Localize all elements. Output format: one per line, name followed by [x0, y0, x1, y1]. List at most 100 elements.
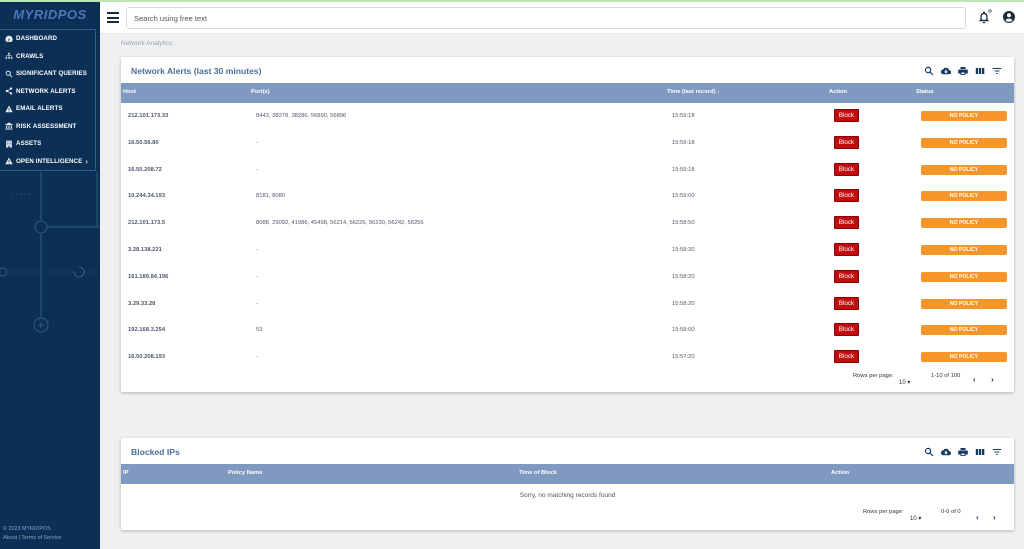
search-icon[interactable]	[924, 66, 934, 76]
table-row: 16.50.56.80 - 15:59:18 Block NO POLICY	[121, 130, 1014, 157]
host-cell: 10.244.34.193	[128, 193, 166, 200]
host-cell: 3.29.33.28	[128, 300, 156, 307]
table-row: 161.189.84.196 - 15:58:20 Block NO POLICY	[121, 264, 1014, 291]
block-button[interactable]: Block	[834, 216, 859, 230]
column-header-ports[interactable]: Port(s)	[251, 89, 270, 95]
ports-cell: -	[256, 166, 258, 173]
status-badge: NO POLICY	[921, 325, 1007, 336]
column-header-policy-name[interactable]: Policy Name	[228, 470, 262, 476]
column-header-host[interactable]: Host	[123, 89, 136, 95]
sidebar-item-crawls[interactable]: CRAWLS	[0, 48, 95, 66]
table-row: 10.244.34.193 8181, 8080 15:59:00 Block NO P…	[121, 183, 1014, 210]
sidebar-decoration	[0, 172, 100, 333]
status-badge: NO POLICY	[921, 352, 1007, 363]
ports-cell: 53	[256, 327, 263, 334]
sidebar-item-dashboard[interactable]: DASHBOARD	[0, 30, 95, 48]
status-badge: NO POLICY	[921, 245, 1007, 255]
sidebar-item-label: RISK ASSESSMENT	[16, 122, 77, 130]
breadcrumb[interactable]: Network Analytics	[121, 40, 172, 47]
network-alerts-card: Network Alerts (last 30 minutes) Host Po…	[121, 57, 1014, 392]
sidebar-item-assets[interactable]: ASSETS	[0, 135, 95, 153]
sidebar-item-risk-assessment[interactable]: RISK ASSESSMENT	[0, 118, 95, 136]
status-badge: NO POLICY	[921, 137, 1007, 148]
building-icon	[4, 139, 13, 148]
status-badge: NO POLICY	[921, 298, 1007, 309]
alerts-table-header: Host Port(s) Time (last record) ↓ Action…	[121, 83, 1014, 103]
sidebar-item-label: CRAWLS	[16, 52, 44, 60]
sidebar-item-significant-queries[interactable]: SIGNIFICANT QUERIES	[0, 65, 95, 83]
block-button[interactable]: Block	[834, 269, 859, 283]
column-header-status[interactable]: Status	[916, 89, 934, 95]
sidebar-item-label: SIGNIFICANT QUERIES	[16, 70, 87, 78]
blocked-table-header: IP Policy Name Time of Block Action	[121, 464, 1014, 484]
block-button[interactable]: Block	[834, 296, 859, 310]
status-badge: NO POLICY	[921, 191, 1007, 202]
column-header-action: Action	[831, 470, 850, 476]
block-button[interactable]: Block	[834, 323, 859, 337]
pagination-range: 1-10 of 100	[931, 373, 961, 379]
about-link[interactable]: About	[3, 535, 17, 541]
ports-cell: -	[256, 300, 258, 307]
column-header-time-label: Time (last record)	[667, 89, 716, 95]
sort-arrow-icon: ↓	[717, 89, 721, 95]
host-cell: 16.50.56.80	[128, 139, 159, 146]
cloud-download-icon[interactable]	[941, 66, 951, 76]
time-cell: 15:59:18	[672, 166, 695, 173]
host-cell: 16.50.208.72	[128, 166, 162, 173]
next-page-button[interactable]: ›	[991, 375, 994, 384]
columns-icon[interactable]	[975, 447, 985, 457]
share-icon	[4, 87, 13, 96]
search-icon[interactable]	[924, 447, 934, 457]
host-cell: 161.189.84.196	[128, 273, 169, 280]
menu-toggle-icon[interactable]	[107, 12, 119, 24]
brand-logo[interactable]: MYRIDPOS	[0, 2, 100, 26]
filter-icon[interactable]	[992, 447, 1002, 457]
block-button[interactable]: Block	[834, 109, 859, 122]
column-header-time[interactable]: Time (last record) ↓	[667, 89, 720, 95]
block-button[interactable]: Block	[834, 189, 859, 203]
rows-per-page-select[interactable]: 10 ▾	[910, 515, 921, 522]
columns-icon[interactable]	[975, 66, 985, 76]
sidebar-item-open-intelligence[interactable]: OPEN INTELLIGENCE ›	[0, 153, 95, 171]
time-cell: 15:59:18	[672, 139, 695, 146]
table-row: 16.50.208.193 - 15:57:20 Block NO POLICY	[121, 344, 1014, 371]
column-header-ip[interactable]: IP	[123, 470, 128, 476]
sidebar-item-label: NETWORK ALERTS	[16, 87, 76, 95]
next-page-button[interactable]: ›	[993, 513, 996, 522]
print-icon[interactable]	[958, 66, 968, 76]
terms-link[interactable]: Terms of Service	[21, 535, 61, 541]
time-cell: 15:58:20	[672, 273, 695, 280]
sidebar-item-email-alerts[interactable]: EMAIL ALERTS	[0, 100, 95, 118]
block-button[interactable]: Block	[834, 162, 859, 176]
status-badge: NO POLICY	[921, 271, 1007, 282]
ports-cell: -	[256, 139, 258, 146]
sitemap-icon	[4, 52, 13, 61]
filter-icon[interactable]	[992, 66, 1002, 76]
chevron-right-icon[interactable]: ›	[85, 157, 88, 166]
column-header-time-of-block[interactable]: Time of Block	[519, 470, 557, 476]
ports-cell: 8443, 38278, 38286, 56890, 56896	[256, 113, 347, 119]
account-icon[interactable]	[1002, 10, 1016, 24]
table-row: 192.168.3.254 53 15:58:00 Block NO POLICY	[121, 317, 1014, 344]
time-cell: 15:57:20	[672, 354, 695, 361]
warning-icon	[4, 104, 13, 113]
sidebar: MYRIDPOS DASHBOARD CRAWLS SIGNIFICANT QU…	[0, 0, 100, 549]
time-cell: 15:58:50	[672, 220, 695, 227]
copyright-text: © 2023 MYRIDPOS	[3, 526, 51, 532]
sidebar-item-network-alerts[interactable]: NETWORK ALERTS	[0, 83, 95, 101]
blocked-ips-card: Blocked IPs IP Policy Name Time of Block…	[121, 438, 1014, 530]
prev-page-button[interactable]: ‹	[976, 513, 979, 522]
table-row: 3.29.33.28 - 15:58:20 Block NO POLICY	[121, 291, 1014, 318]
rows-per-page-select[interactable]: 10 ▾	[899, 379, 910, 386]
block-button[interactable]: Block	[834, 135, 859, 149]
block-button[interactable]: Block	[834, 350, 859, 364]
topbar	[100, 0, 1024, 34]
notification-bell-icon[interactable]	[977, 8, 993, 24]
search-input[interactable]	[126, 7, 966, 29]
sidebar-item-label: DASHBOARD	[16, 35, 58, 43]
prev-page-button[interactable]: ‹	[973, 375, 976, 384]
cloud-download-icon[interactable]	[941, 447, 951, 457]
sidebar-menu: DASHBOARD CRAWLS SIGNIFICANT QUERIES NET…	[0, 29, 96, 171]
print-icon[interactable]	[958, 447, 968, 457]
block-button[interactable]: Block	[834, 243, 859, 256]
